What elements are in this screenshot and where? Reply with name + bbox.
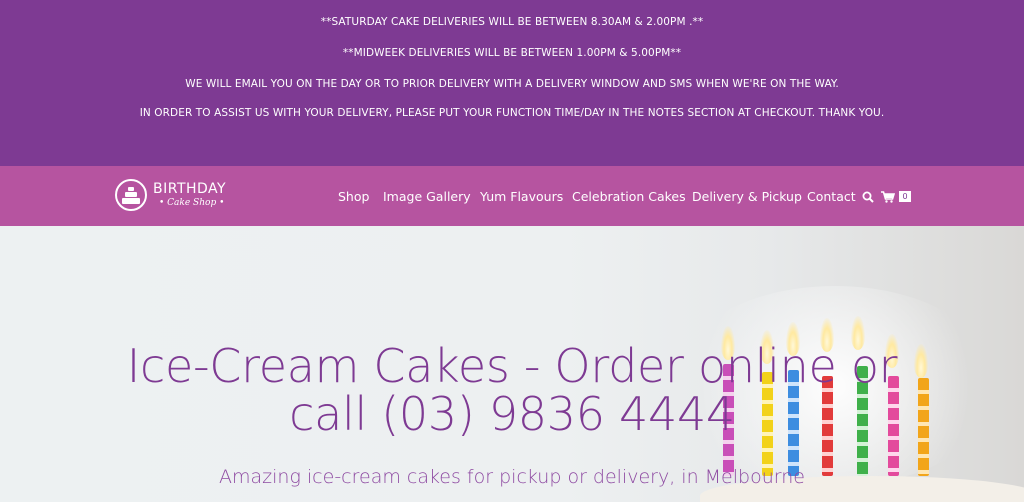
hero-title-line-2[interactable]: call (03) 9836 4444 <box>0 390 1024 438</box>
cart-count-badge[interactable]: 0 <box>899 191 911 202</box>
notice-email: WE WILL EMAIL YOU ON THE DAY OR TO PRIOR… <box>185 78 839 90</box>
notice-function-time: IN ORDER TO ASSIST US WITH YOUR DELIVERY… <box>139 107 885 119</box>
search-icon[interactable] <box>862 188 874 207</box>
delivery-notice-bar: **SATURDAY CAKE DELIVERIES WILL BE BETWE… <box>0 0 1024 166</box>
nav-celebration-cakes[interactable]: Celebration Cakes <box>572 189 686 204</box>
nav-shop[interactable]: Shop <box>338 189 369 204</box>
cart-icon[interactable] <box>881 188 896 207</box>
hero-subtitle: Amazing ice-cream cakes for pickup or de… <box>219 466 805 488</box>
hero-title: Ice-Cream Cakes - Order online or call (… <box>0 342 1024 438</box>
site-logo[interactable]: BIRTHDAY • Cake Shop • <box>115 179 227 215</box>
nav-contact[interactable]: Contact <box>807 189 856 204</box>
nav-delivery-pickup[interactable]: Delivery & Pickup <box>692 189 802 204</box>
logo-subtitle: • Cake Shop • <box>159 198 225 208</box>
nav-yum-flavours[interactable]: Yum Flavours <box>480 189 563 204</box>
hero-banner: Ice-Cream Cakes - Order online or call (… <box>0 226 1024 502</box>
hero-title-line-1: Ice-Cream Cakes - Order online or <box>126 339 898 393</box>
notice-midweek: **MIDWEEK DELIVERIES WILL BE BETWEEN 1.0… <box>342 47 682 59</box>
nav-image-gallery[interactable]: Image Gallery <box>383 189 471 204</box>
cake-icon <box>115 179 147 211</box>
logo-title: BIRTHDAY <box>153 181 227 197</box>
main-navigation: BIRTHDAY • Cake Shop • Shop Image Galler… <box>0 166 1024 229</box>
notice-saturday: **SATURDAY CAKE DELIVERIES WILL BE BETWE… <box>320 16 704 28</box>
